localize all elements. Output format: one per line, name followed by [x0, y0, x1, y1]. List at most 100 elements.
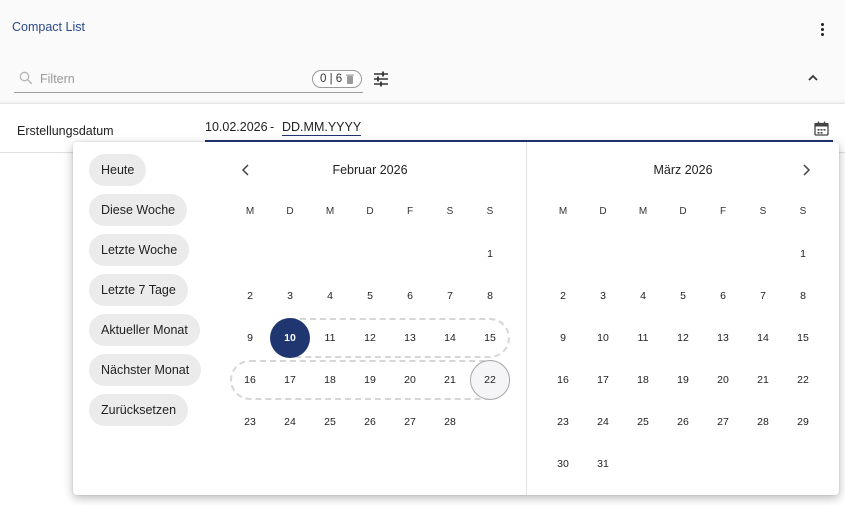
day-cell[interactable]: 9	[543, 318, 583, 358]
top-bar: Compact List 0 | 6	[0, 0, 845, 103]
day-cell[interactable]: 31	[583, 444, 623, 484]
day-cell[interactable]: 21	[430, 360, 470, 400]
day-cell[interactable]: 10	[270, 318, 310, 358]
weekday-label: S	[486, 206, 494, 217]
day-cell[interactable]: 22	[783, 360, 823, 400]
day-cell[interactable]: 7	[743, 276, 783, 316]
day-cell[interactable]: 13	[390, 318, 430, 358]
weekday-label: S	[799, 206, 807, 217]
day-cell[interactable]: 15	[470, 318, 510, 358]
preset-today-button[interactable]: Heute	[89, 154, 147, 186]
chevron-right-icon[interactable]	[801, 164, 811, 176]
day-cell[interactable]: 8	[783, 276, 823, 316]
day-cell[interactable]: 2	[543, 276, 583, 316]
month-title: März 2026	[653, 163, 713, 177]
day-cell[interactable]: 24	[270, 402, 310, 442]
date-to[interactable]: DD.MM.YYYY	[282, 120, 362, 136]
weekday-label: M	[245, 206, 255, 217]
sliders-icon[interactable]	[373, 71, 389, 87]
weekday-label: D	[286, 206, 294, 217]
weekday-label: D	[599, 206, 607, 217]
calendar-icon[interactable]	[814, 121, 829, 136]
day-cell[interactable]: 14	[430, 318, 470, 358]
day-cell[interactable]: 4	[310, 276, 350, 316]
day-cell[interactable]: 22	[470, 360, 510, 400]
day-cell[interactable]: 20	[390, 360, 430, 400]
filter-field[interactable]: 0 | 6	[14, 66, 363, 93]
month-divider	[526, 142, 527, 495]
day-cell[interactable]: 3	[583, 276, 623, 316]
day-cell[interactable]: 27	[703, 402, 743, 442]
day-cell[interactable]: 19	[663, 360, 703, 400]
preset-this-week-button[interactable]: Diese Woche	[89, 194, 188, 226]
day-cell[interactable]: 4	[623, 276, 663, 316]
date-range-input[interactable]: 10.02.2026 - DD.MM.YYYY	[205, 118, 833, 142]
day-cell[interactable]: 8	[470, 276, 510, 316]
day-cell[interactable]: 14	[743, 318, 783, 358]
day-cell[interactable]: 23	[230, 402, 270, 442]
weekday-label: F	[719, 206, 727, 217]
day-cell[interactable]: 26	[663, 402, 703, 442]
day-cell[interactable]: 25	[623, 402, 663, 442]
day-cell[interactable]: 18	[310, 360, 350, 400]
weekday-label: F	[406, 206, 414, 217]
day-cell[interactable]: 28	[743, 402, 783, 442]
day-cell[interactable]: 16	[230, 360, 270, 400]
day-cell[interactable]: 6	[703, 276, 743, 316]
date-separator: -	[270, 120, 275, 134]
preset-reset-button[interactable]: Zurücksetzen	[89, 394, 189, 426]
weekday-label: M	[638, 206, 648, 217]
day-cell[interactable]: 7	[430, 276, 470, 316]
filter-count: 0 | 6	[320, 73, 343, 85]
day-cell[interactable]: 1	[470, 234, 510, 274]
day-cell[interactable]: 15	[783, 318, 823, 358]
day-cell[interactable]: 28	[430, 402, 470, 442]
date-from[interactable]: 10.02.2026	[205, 120, 268, 134]
day-cell[interactable]: 11	[310, 318, 350, 358]
day-cell[interactable]: 23	[543, 402, 583, 442]
preset-last-week-button[interactable]: Letzte Woche	[89, 234, 190, 266]
day-cell[interactable]: 19	[350, 360, 390, 400]
kebab-menu-icon[interactable]	[814, 20, 830, 38]
day-cell[interactable]: 21	[743, 360, 783, 400]
day-cell[interactable]: 27	[390, 402, 430, 442]
search-icon	[19, 71, 33, 85]
trash-icon	[346, 74, 355, 84]
day-cell[interactable]: 5	[663, 276, 703, 316]
day-cell[interactable]: 6	[390, 276, 430, 316]
day-cell[interactable]: 12	[663, 318, 703, 358]
day-cell[interactable]: 26	[350, 402, 390, 442]
day-cell[interactable]: 3	[270, 276, 310, 316]
day-cell[interactable]: 9	[230, 318, 270, 358]
weekday-label: M	[558, 206, 568, 217]
preset-current-month-button[interactable]: Aktueller Monat	[89, 314, 200, 346]
weekday-label: M	[325, 206, 335, 217]
day-cell[interactable]: 5	[350, 276, 390, 316]
field-label: Erstellungsdatum	[17, 124, 114, 138]
day-cell[interactable]: 25	[310, 402, 350, 442]
day-cell[interactable]: 17	[583, 360, 623, 400]
day-cell[interactable]: 17	[270, 360, 310, 400]
day-cell[interactable]: 13	[703, 318, 743, 358]
weekday-label: D	[679, 206, 687, 217]
day-cell[interactable]: 12	[350, 318, 390, 358]
day-cell[interactable]: 16	[543, 360, 583, 400]
date-picker-popup: Heute Diese Woche Letzte Woche Letzte 7 …	[73, 142, 839, 495]
day-cell[interactable]: 11	[623, 318, 663, 358]
weekday-label: S	[446, 206, 454, 217]
weekday-label: D	[366, 206, 374, 217]
filter-count-badge[interactable]: 0 | 6	[312, 70, 363, 88]
day-cell[interactable]: 18	[623, 360, 663, 400]
filter-input[interactable]	[40, 69, 300, 89]
day-cell[interactable]: 29	[783, 402, 823, 442]
day-cell[interactable]: 30	[543, 444, 583, 484]
day-cell[interactable]: 1	[783, 234, 823, 274]
day-cell[interactable]: 10	[583, 318, 623, 358]
day-cell[interactable]: 2	[230, 276, 270, 316]
day-cell[interactable]: 20	[703, 360, 743, 400]
day-cell[interactable]: 24	[583, 402, 623, 442]
chevron-left-icon[interactable]	[241, 164, 251, 176]
preset-next-month-button[interactable]: Nächster Monat	[89, 354, 202, 386]
preset-last-7-days-button[interactable]: Letzte 7 Tage	[89, 274, 188, 306]
chevron-up-icon[interactable]	[806, 71, 820, 85]
